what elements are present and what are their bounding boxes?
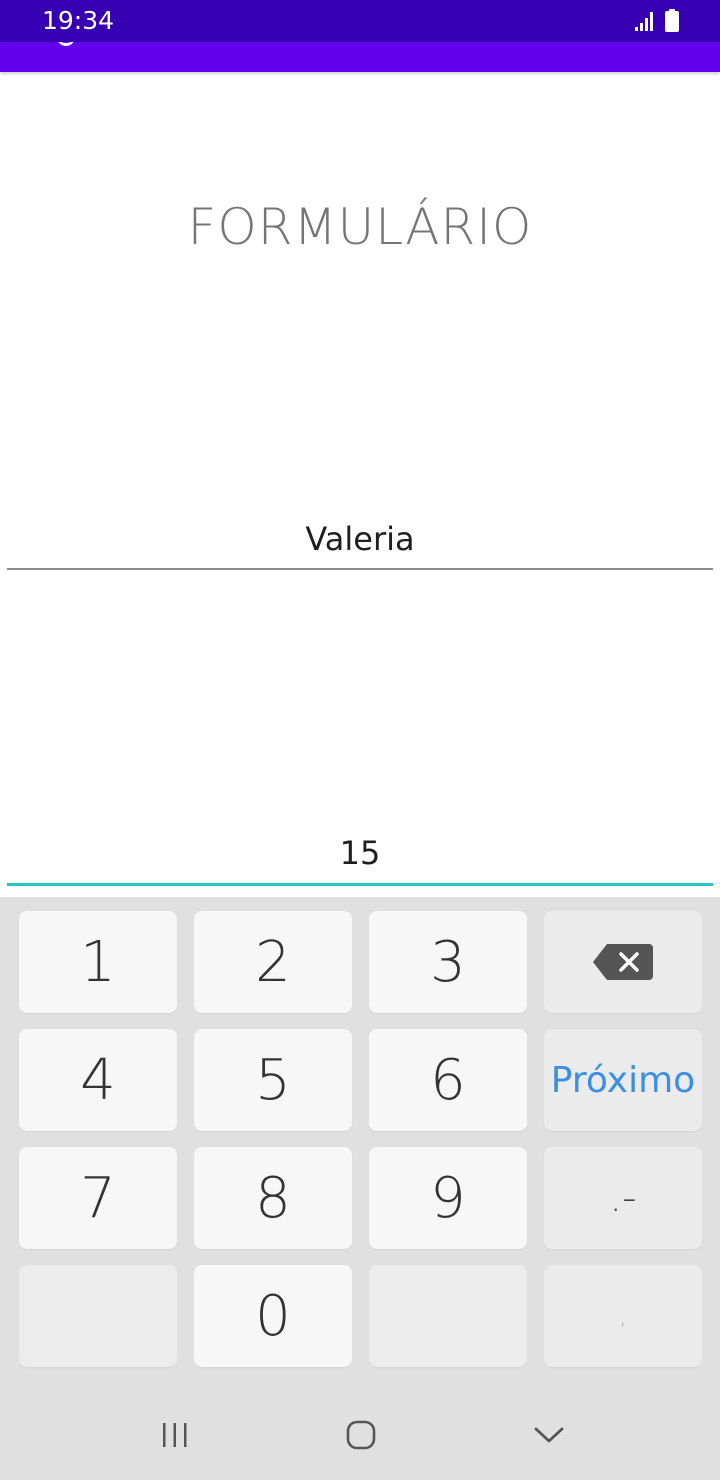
app-bar: [0, 42, 720, 72]
age-field[interactable]: 15: [7, 834, 713, 886]
numeric-keyboard: 1 2 3 4 5 6 Próximo 7 8 9 .- 0 ,: [0, 897, 720, 1480]
backspace-key[interactable]: [544, 911, 702, 1013]
age-field-value: 15: [339, 834, 381, 872]
page-title: FORMULÁRIO: [187, 198, 533, 256]
navigation-bar: [0, 1390, 720, 1480]
status-bar: 19:34: [0, 0, 720, 42]
key-1[interactable]: 1: [19, 911, 177, 1013]
app-bar-icon: [57, 42, 75, 46]
key-7[interactable]: 7: [19, 1147, 177, 1249]
name-field-value: Valeria: [305, 520, 415, 558]
name-field-underline: [7, 568, 713, 570]
next-key[interactable]: Próximo: [544, 1029, 702, 1131]
key-8[interactable]: 8: [194, 1147, 352, 1249]
key-4[interactable]: 4: [19, 1029, 177, 1131]
key-9[interactable]: 9: [369, 1147, 527, 1249]
recents-icon: [163, 1423, 187, 1447]
home-button[interactable]: [331, 1410, 391, 1460]
backspace-icon: [593, 944, 653, 980]
name-field[interactable]: Valeria: [7, 520, 713, 570]
comma-key[interactable]: ,: [544, 1265, 702, 1367]
home-icon: [346, 1420, 376, 1450]
key-3[interactable]: 3: [369, 911, 527, 1013]
blank-key-right: [369, 1265, 527, 1367]
dot-dash-key[interactable]: .-: [544, 1147, 702, 1249]
key-5[interactable]: 5: [194, 1029, 352, 1131]
status-time: 19:34: [42, 6, 115, 35]
key-2[interactable]: 2: [194, 911, 352, 1013]
signal-icon: [635, 12, 653, 31]
blank-key-left: [19, 1265, 177, 1367]
age-field-underline: [7, 883, 713, 886]
chevron-down-icon: [534, 1427, 564, 1443]
hide-keyboard-button[interactable]: [519, 1410, 579, 1460]
recents-button[interactable]: [145, 1410, 205, 1460]
key-0[interactable]: 0: [194, 1265, 352, 1367]
key-6[interactable]: 6: [369, 1029, 527, 1131]
battery-icon: [665, 9, 679, 32]
